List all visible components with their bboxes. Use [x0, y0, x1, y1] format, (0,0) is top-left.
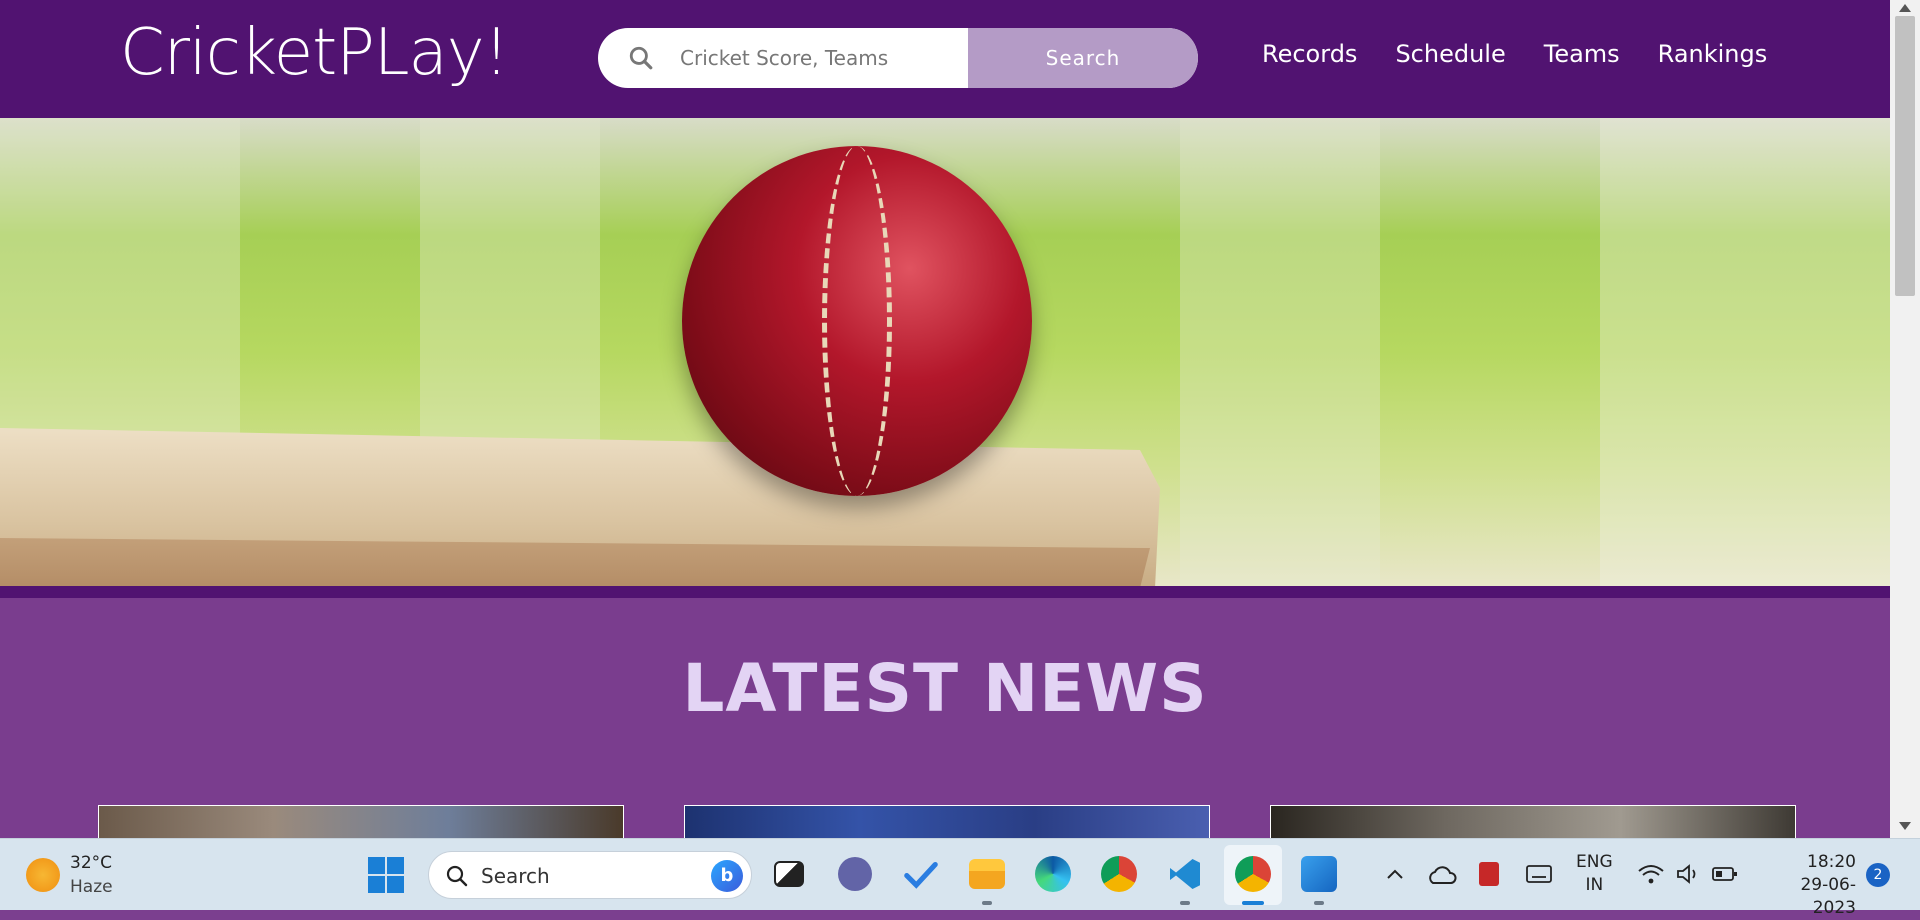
- site-header: CricketPLay! Search Records Schedule Tea…: [0, 0, 1890, 118]
- haze-weather-icon: [26, 858, 60, 892]
- teams-chat-icon[interactable]: [834, 853, 876, 895]
- app-running-indicator: [1180, 901, 1190, 905]
- windows-taskbar: 32°C Haze Search b ENG IN 18:20 29-06-20…: [0, 838, 1920, 918]
- edge-icon[interactable]: [1032, 853, 1074, 895]
- weather-temp: 32°C: [70, 853, 113, 873]
- chrome-icon[interactable]: [1098, 853, 1140, 895]
- wifi-icon[interactable]: [1630, 853, 1672, 895]
- taskbar-search-label: Search: [481, 864, 550, 888]
- clock-time: 18:20: [1807, 852, 1856, 872]
- windows-start-icon[interactable]: [368, 857, 404, 893]
- nav-rankings[interactable]: Rankings: [1658, 40, 1768, 68]
- weather-condition: Haze: [70, 877, 113, 897]
- clock-date: 29-06-2023: [1800, 875, 1856, 918]
- notification-badge[interactable]: 2: [1866, 863, 1890, 887]
- nav-schedule[interactable]: Schedule: [1395, 40, 1505, 68]
- onedrive-icon[interactable]: [1420, 853, 1462, 895]
- battery-icon[interactable]: [1704, 853, 1746, 895]
- show-hidden-icons-chevron-icon[interactable]: [1372, 853, 1418, 895]
- language-code: ENG: [1576, 852, 1613, 872]
- latest-news-heading: LATEST NEWS: [682, 650, 1208, 727]
- news-card[interactable]: [684, 805, 1210, 838]
- vscode-icon[interactable]: [1164, 853, 1206, 895]
- hero-banner-image: [0, 118, 1890, 586]
- scroll-thumb[interactable]: [1895, 16, 1915, 296]
- weather-widget[interactable]: 32°C Haze: [26, 851, 113, 899]
- language-indicator[interactable]: ENG IN: [1576, 851, 1613, 897]
- search-icon: [629, 46, 653, 70]
- language-region: IN: [1585, 875, 1604, 895]
- pitch-stripe: [1600, 118, 1890, 586]
- photos-icon[interactable]: [1298, 853, 1340, 895]
- app-running-indicator: [982, 901, 992, 905]
- search-icon: [446, 865, 468, 887]
- search-bar: Search: [598, 28, 1198, 88]
- bing-icon[interactable]: b: [711, 860, 743, 892]
- page-scrollbar[interactable]: [1890, 0, 1920, 838]
- app-active-indicator: [1242, 901, 1264, 905]
- news-card[interactable]: [98, 805, 624, 838]
- task-view-icon[interactable]: [768, 853, 810, 895]
- scroll-up-arrow-icon[interactable]: [1899, 4, 1911, 12]
- news-card[interactable]: [1270, 805, 1796, 838]
- search-button[interactable]: Search: [968, 28, 1198, 88]
- tray-app-icon[interactable]: [1468, 853, 1510, 895]
- chrome-profile-icon[interactable]: [1232, 853, 1274, 895]
- todo-icon[interactable]: [900, 853, 942, 895]
- app-running-indicator: [1314, 901, 1324, 905]
- keyboard-icon[interactable]: [1518, 853, 1560, 895]
- ball-seam: [822, 146, 892, 496]
- pitch-stripe: [1180, 118, 1380, 586]
- site-logo[interactable]: CricketPLay!: [120, 16, 509, 90]
- weather-text: 32°C Haze: [70, 851, 113, 899]
- nav-teams[interactable]: Teams: [1544, 40, 1620, 68]
- main-nav: Records Schedule Teams Rankings: [1262, 40, 1767, 68]
- taskbar-search[interactable]: Search b: [428, 851, 752, 899]
- file-explorer-icon[interactable]: [966, 853, 1008, 895]
- hero-divider: [0, 586, 1890, 598]
- cricket-ball: [682, 146, 1032, 496]
- web-page: CricketPLay! Search Records Schedule Tea…: [0, 0, 1890, 838]
- scroll-down-arrow-icon[interactable]: [1899, 822, 1911, 830]
- nav-records[interactable]: Records: [1262, 40, 1357, 68]
- search-input[interactable]: [680, 28, 970, 88]
